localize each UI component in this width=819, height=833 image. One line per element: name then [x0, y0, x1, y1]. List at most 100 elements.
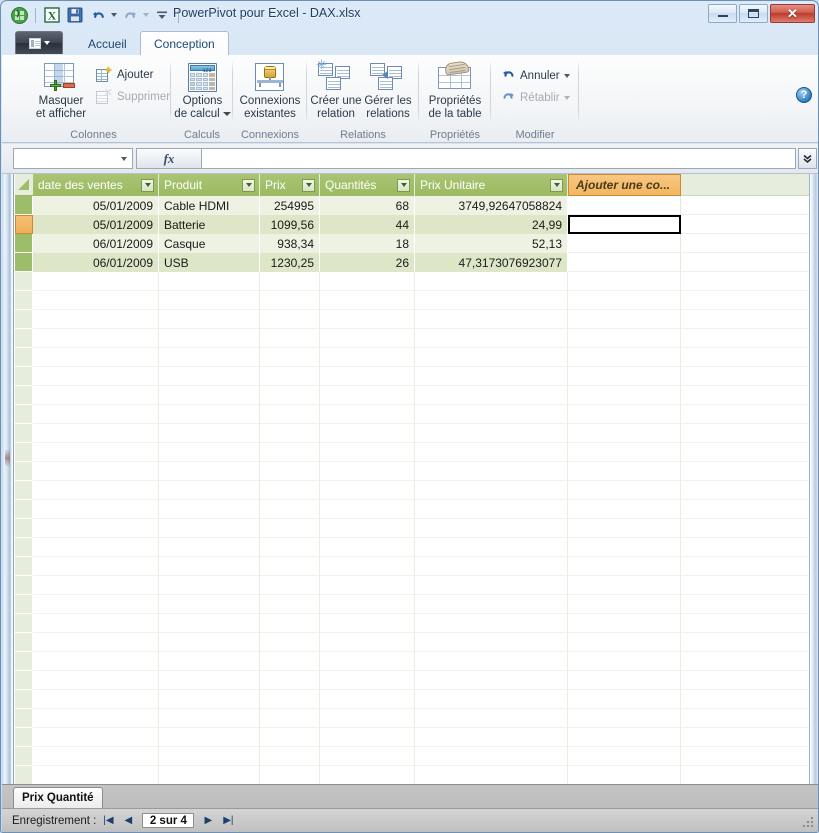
empty-row[interactable] [15, 766, 818, 784]
empty-cell-ajouter-une-colonne[interactable] [568, 424, 681, 443]
empty-cell-ajouter-une-colonne[interactable] [568, 557, 681, 576]
empty-cell-prix[interactable] [260, 728, 320, 747]
row-header-empty[interactable] [15, 633, 33, 652]
empty-cell-ajouter-une-colonne[interactable] [568, 348, 681, 367]
empty-cell-produit[interactable] [159, 272, 260, 291]
cell-ajouter-une-colonne[interactable] [568, 196, 681, 215]
empty-cell-prix-unitaire[interactable] [415, 690, 568, 709]
empty-cell-ajouter-une-colonne[interactable] [568, 443, 681, 462]
empty-cell-date-des-ventes[interactable] [33, 747, 159, 766]
empty-cell-ajouter-une-colonne[interactable] [568, 500, 681, 519]
empty-cell-date-des-ventes[interactable] [33, 348, 159, 367]
cell-produit[interactable]: Cable HDMI [159, 196, 260, 215]
empty-cell-quantites[interactable] [320, 367, 415, 386]
empty-cell-produit[interactable] [159, 766, 260, 784]
existing-connections-button[interactable]: Connexions existantes [236, 63, 304, 121]
empty-cell-prix[interactable] [260, 329, 320, 348]
row-header-empty[interactable] [15, 424, 33, 443]
empty-cell-date-des-ventes[interactable] [33, 310, 159, 329]
empty-cell-ajouter-une-colonne[interactable] [568, 614, 681, 633]
cell-date-des-ventes[interactable]: 05/01/2009 [33, 196, 159, 215]
empty-row[interactable] [15, 272, 818, 291]
empty-cell-prix-unitaire[interactable] [415, 633, 568, 652]
empty-cell-quantites[interactable] [320, 272, 415, 291]
empty-cell-date-des-ventes[interactable] [33, 766, 159, 784]
close-button[interactable]: ✕ [770, 4, 815, 23]
empty-cell-date-des-ventes[interactable] [33, 538, 159, 557]
empty-cell-prix[interactable] [260, 576, 320, 595]
cell-prix-unitaire[interactable]: 24,99 [415, 215, 568, 234]
empty-cell-prix-unitaire[interactable] [415, 348, 568, 367]
table-properties-button[interactable]: Propriétés de la table [422, 60, 488, 121]
empty-cell-ajouter-une-colonne[interactable] [568, 519, 681, 538]
tab-conception[interactable]: Conception [140, 31, 229, 55]
row-header-empty[interactable] [15, 671, 33, 690]
left-scroll-rail[interactable] [2, 174, 14, 784]
cell-quantites[interactable]: 26 [320, 253, 415, 272]
help-button[interactable]: ? [796, 87, 812, 103]
row-header-empty[interactable] [15, 614, 33, 633]
empty-cell-prix[interactable] [260, 747, 320, 766]
filter-dropdown-icon-produit[interactable] [242, 178, 255, 192]
empty-row[interactable] [15, 709, 818, 728]
empty-cell-ajouter-une-colonne[interactable] [568, 272, 681, 291]
excel-icon[interactable]: X [42, 5, 62, 25]
row-header-empty[interactable] [15, 576, 33, 595]
empty-cell-date-des-ventes[interactable] [33, 576, 159, 595]
table-row[interactable]: 06/01/2009 Casque 938,34 18 52,13 [15, 234, 818, 253]
row-header[interactable] [15, 253, 33, 272]
empty-cell-date-des-ventes[interactable] [33, 481, 159, 500]
undo-dropdown-caret-icon[interactable] [111, 13, 117, 17]
empty-cell-prix[interactable] [260, 633, 320, 652]
empty-cell-date-des-ventes[interactable] [33, 386, 159, 405]
empty-cell-ajouter-une-colonne[interactable] [568, 481, 681, 500]
empty-row[interactable] [15, 652, 818, 671]
empty-cell-prix[interactable] [260, 538, 320, 557]
undo-caret-icon[interactable] [563, 73, 570, 78]
empty-row[interactable] [15, 329, 818, 348]
empty-cell-produit[interactable] [159, 690, 260, 709]
empty-cell-quantites[interactable] [320, 728, 415, 747]
sheet-tab-prix-quantite[interactable]: Prix Quantité [13, 787, 103, 808]
empty-cell-prix-unitaire[interactable] [415, 291, 568, 310]
empty-cell-ajouter-une-colonne[interactable] [568, 538, 681, 557]
empty-row[interactable] [15, 690, 818, 709]
name-box-caret-icon[interactable] [116, 156, 132, 161]
empty-row[interactable] [15, 405, 818, 424]
empty-cell-quantites[interactable] [320, 481, 415, 500]
formula-bar-expand-button[interactable] [798, 148, 817, 169]
cell-produit[interactable]: Batterie [159, 215, 260, 234]
empty-cell-ajouter-une-colonne[interactable] [568, 633, 681, 652]
undo-icon[interactable] [88, 5, 108, 25]
empty-cell-date-des-ventes[interactable] [33, 291, 159, 310]
empty-cell-ajouter-une-colonne[interactable] [568, 652, 681, 671]
empty-cell-quantites[interactable] [320, 291, 415, 310]
empty-cell-produit[interactable] [159, 462, 260, 481]
empty-cell-date-des-ventes[interactable] [33, 443, 159, 462]
last-record-button[interactable]: ▶| [220, 813, 236, 829]
empty-cell-prix-unitaire[interactable] [415, 310, 568, 329]
empty-cell-produit[interactable] [159, 652, 260, 671]
empty-cell-date-des-ventes[interactable] [33, 614, 159, 633]
cell-ajouter-une-colonne[interactable] [568, 253, 681, 272]
column-header-prix[interactable]: Prix [260, 174, 320, 196]
empty-cell-prix-unitaire[interactable] [415, 557, 568, 576]
empty-cell-prix-unitaire[interactable] [415, 614, 568, 633]
name-box[interactable] [13, 148, 133, 169]
empty-cell-ajouter-une-colonne[interactable] [568, 747, 681, 766]
empty-cell-produit[interactable] [159, 405, 260, 424]
empty-cell-ajouter-une-colonne[interactable] [568, 766, 681, 784]
cell-quantites[interactable]: 68 [320, 196, 415, 215]
empty-cell-quantites[interactable] [320, 462, 415, 481]
redo-dropdown-caret-icon[interactable] [143, 13, 149, 17]
empty-cell-prix[interactable] [260, 310, 320, 329]
empty-cell-prix[interactable] [260, 671, 320, 690]
empty-cell-ajouter-une-colonne[interactable] [568, 709, 681, 728]
empty-row[interactable] [15, 576, 818, 595]
empty-cell-produit[interactable] [159, 367, 260, 386]
empty-cell-prix-unitaire[interactable] [415, 576, 568, 595]
cell-prix-unitaire[interactable]: 3749,92647058824 [415, 196, 568, 215]
row-header-empty[interactable] [15, 291, 33, 310]
empty-row[interactable] [15, 671, 818, 690]
filter-dropdown-icon-quantites[interactable] [397, 178, 410, 192]
